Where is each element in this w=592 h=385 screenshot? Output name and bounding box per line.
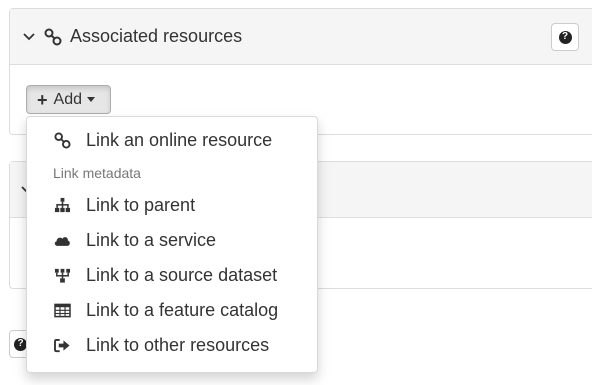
plus-icon: +	[37, 89, 48, 110]
link-icon	[53, 132, 71, 150]
menu-item-label: Link an online resource	[86, 130, 273, 150]
menu-item-other-resources[interactable]: Link to other resources	[27, 328, 317, 363]
panel-title: Associated resources	[70, 26, 243, 46]
menu-item-feature-catalog[interactable]: Link to a feature catalog	[27, 293, 317, 328]
chevron-down-icon[interactable]	[22, 30, 36, 44]
menu-item-link-service[interactable]: Link to a service	[27, 223, 317, 258]
menu-item-label: Link to parent	[86, 195, 196, 215]
add-dropdown-menu: Link an online resource Link metadata Li…	[26, 116, 318, 373]
cloud-icon	[53, 232, 71, 250]
caret-down-icon	[86, 97, 95, 102]
add-button[interactable]: + Add	[26, 85, 111, 114]
panel-header[interactable]: Associated resources ?	[10, 9, 592, 65]
sitemap-icon	[53, 197, 71, 215]
menu-item-label: Link to a feature catalog	[86, 300, 279, 320]
add-button-label: Add	[53, 90, 82, 108]
sign-out-icon	[53, 337, 71, 355]
menu-item-source-dataset[interactable]: Link to a source dataset	[27, 258, 317, 293]
table-icon	[53, 302, 71, 320]
question-icon: ?	[558, 30, 572, 44]
link-icon	[44, 28, 62, 45]
menu-item-label: Link to a service	[86, 230, 217, 250]
menu-item-label: Link to other resources	[86, 335, 270, 355]
menu-item-label: Link to a source dataset	[86, 265, 278, 285]
menu-item-online-resource[interactable]: Link an online resource	[27, 123, 317, 158]
menu-section-header: Link metadata	[53, 165, 141, 181]
help-button[interactable]: ?	[551, 23, 579, 51]
page: Associated resources ? + Add ? Link an o…	[0, 0, 592, 385]
menu-item-link-parent[interactable]: Link to parent	[27, 188, 317, 223]
source-tree-icon	[53, 267, 71, 285]
